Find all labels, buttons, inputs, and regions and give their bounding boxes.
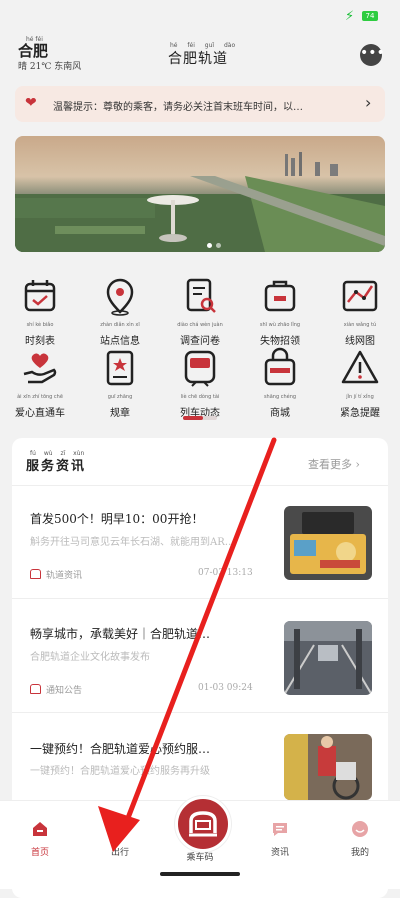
- status-bar: ⚡ 74: [0, 0, 400, 32]
- article-subtitle: 斛务开往马司意见云年长石湖、就能用到AR…: [30, 537, 235, 548]
- article-title[interactable]: 首发500个！明早10：00开抢！: [30, 510, 203, 527]
- carousel-dots: [205, 233, 223, 252]
- tab-label: 首页: [30, 848, 49, 858]
- tab-label: 资讯: [270, 848, 289, 858]
- tab-label: 出行: [110, 848, 129, 858]
- battery-icon: 74: [362, 11, 378, 21]
- article-thumbnail[interactable]: [284, 621, 372, 695]
- city-name[interactable]: 合肥: [18, 40, 48, 61]
- service-3[interactable]: diào chá wèn juàn 调查问卷: [164, 274, 236, 347]
- weather-text: 晴 21℃ 东南风: [18, 62, 82, 72]
- notice-bar[interactable]: ❤ 温馨提示：尊敬的乘客，请务必关注首末班车时间，以… ›: [15, 86, 385, 122]
- metro-icon: [30, 684, 41, 694]
- view-more-link[interactable]: 查看更多 ›: [308, 456, 360, 472]
- service-pinyin: ài xīn zhí tōng chē: [17, 394, 63, 400]
- charging-icon: ⚡: [345, 9, 355, 24]
- service-label: 规章: [110, 408, 130, 419]
- carousel-dot[interactable]: [207, 243, 212, 248]
- service-6[interactable]: ài xīn zhí tōng chē 爱心直通车: [4, 346, 76, 419]
- tab-metro-qr[interactable]: 乘车码: [170, 847, 230, 863]
- article-title[interactable]: 畅享城市，承载美好｜合肥轨道…: [30, 625, 210, 642]
- divider: [12, 712, 388, 713]
- metro-icon: [30, 569, 41, 579]
- calendar-icon: [24, 280, 56, 312]
- article-date: 07-03 13:13: [198, 568, 253, 578]
- tab-label: 我的: [350, 848, 369, 858]
- article-thumbnail[interactable]: [284, 506, 372, 580]
- service-pinyin: liè chē dòng tài: [180, 394, 220, 400]
- article-thumbnail[interactable]: [284, 734, 372, 800]
- service-pinyin: shí kè biǎo: [26, 322, 54, 328]
- banner-carousel[interactable]: [15, 136, 385, 252]
- service-pinyin: shī wù zhāo lǐng: [259, 322, 301, 328]
- regulation-icon: [106, 350, 134, 386]
- service-10[interactable]: jǐn jí tí xǐng 紧急提醒: [324, 346, 396, 419]
- divider: [12, 485, 388, 486]
- service-5[interactable]: xiàn wǎng tú 线网图: [324, 274, 396, 347]
- service-label: 调查问卷: [180, 336, 220, 347]
- lost-found-icon: [264, 280, 296, 312]
- service-label: 爱心直通车: [15, 408, 65, 419]
- news-heading: 服务资讯: [26, 459, 87, 474]
- chevron-right-icon[interactable]: ›: [365, 93, 371, 112]
- article-subtitle: 合肥轨道企业文化故事发布: [30, 652, 150, 663]
- home-icon: [33, 822, 47, 836]
- service-pinyin: zhàn diǎn xìn xī: [100, 322, 140, 328]
- notice-text: 温馨提示：尊敬的乘客，请务必关注首末班车时间，以…: [53, 102, 303, 113]
- message-icon: [273, 823, 287, 836]
- service-2[interactable]: zhàn diǎn xìn xī 站点信息: [84, 274, 156, 347]
- service-pinyin: diào chá wèn juàn: [177, 322, 223, 328]
- service-9[interactable]: shāng chéng 商城: [244, 346, 316, 419]
- survey-icon: [186, 278, 216, 313]
- network-map-icon: [342, 280, 378, 312]
- service-8[interactable]: liè chē dòng tài 列车动态: [164, 346, 236, 419]
- service-label: 线网图: [345, 336, 375, 347]
- service-pinyin: guī zhāng: [107, 394, 133, 400]
- metro-qr-button[interactable]: [175, 796, 231, 852]
- heart-icon: ❤: [25, 95, 37, 111]
- service-label: 失物招领: [260, 336, 300, 347]
- service-pinyin: jǐn jí tí xǐng: [346, 394, 374, 400]
- metro-qr-icon: [189, 811, 217, 837]
- shopping-bag-icon: [264, 347, 296, 386]
- tab-profile[interactable]: 我的: [330, 820, 390, 858]
- service-label: 站点信息: [100, 336, 140, 347]
- service-label: 时刻表: [25, 336, 55, 347]
- tab-news[interactable]: 资讯: [250, 820, 310, 858]
- profile-icon: [352, 821, 368, 837]
- service-label: 商城: [270, 408, 290, 419]
- home-indicator: [160, 872, 240, 876]
- service-4[interactable]: shī wù zhāo lǐng 失物招领: [244, 274, 316, 347]
- article-date: 01-03 09:24: [198, 683, 253, 693]
- tab-home[interactable]: 首页: [10, 820, 70, 858]
- service-7[interactable]: guī zhāng 规章: [84, 346, 156, 419]
- banner-image: [15, 136, 385, 252]
- page-indicator: [183, 416, 217, 420]
- divider: [12, 598, 388, 599]
- train-icon: [184, 350, 216, 387]
- app-title: 合肥轨道: [168, 51, 228, 67]
- article-category: 通知公告: [46, 686, 83, 696]
- article-title[interactable]: 一键预约！合肥轨道爱心预约服…: [30, 740, 210, 757]
- service-label: 紧急提醒: [340, 408, 380, 419]
- heart-hand-icon: [23, 353, 57, 384]
- service-pinyin: shāng chéng: [263, 394, 297, 400]
- location-pin-icon: [106, 278, 134, 316]
- tab-label: 乘车码: [186, 853, 214, 863]
- tab-travel[interactable]: 出行: [90, 820, 150, 858]
- service-pinyin: xiàn wǎng tú: [343, 322, 377, 328]
- ellipsis-icon[interactable]: •••: [360, 44, 385, 66]
- carousel-dot[interactable]: [216, 243, 221, 248]
- article-subtitle: 一键预约！合肥轨道爱心预约服务再升级: [30, 766, 210, 777]
- warning-icon: [341, 350, 379, 384]
- travel-icon: [113, 823, 127, 836]
- article-category: 轨道资讯: [46, 571, 83, 581]
- service-1[interactable]: shí kè biǎo 时刻表: [4, 274, 76, 347]
